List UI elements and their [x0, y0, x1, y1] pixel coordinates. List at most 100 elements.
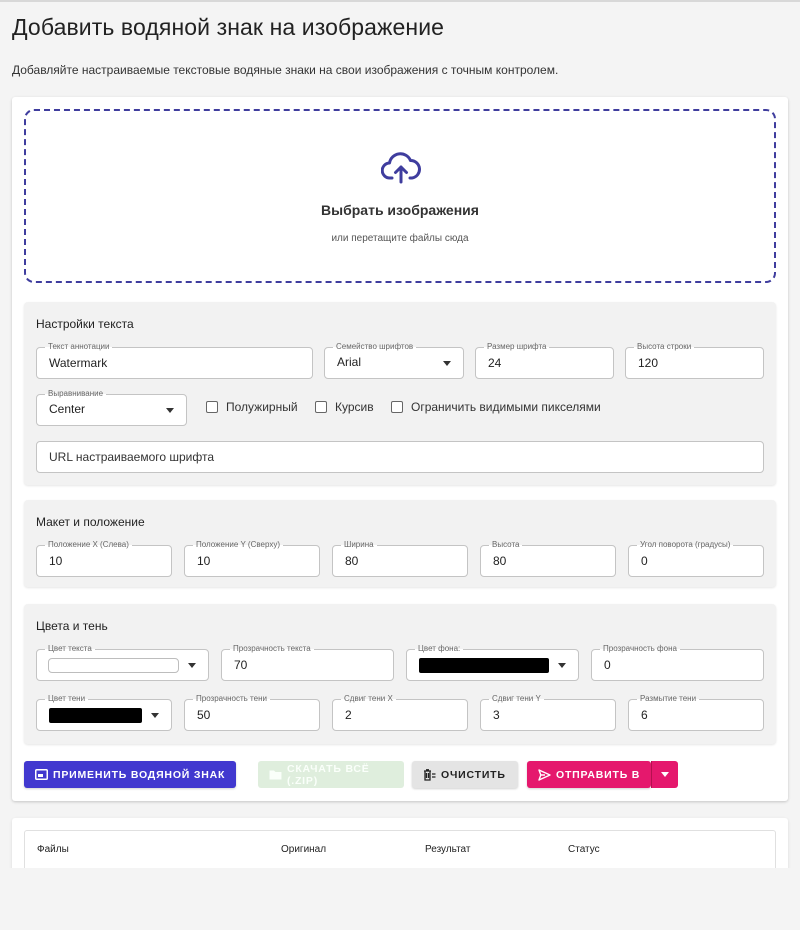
column-header-status: Статус: [568, 844, 600, 855]
bg-color-label: Цвет фона:: [415, 644, 464, 654]
text-settings-title: Настройки текста: [36, 317, 134, 331]
bg-color-swatch: [419, 658, 549, 673]
pos-y-input[interactable]: Положение Y (Сверху) 10: [184, 540, 320, 577]
custom-font-url-input[interactable]: URL настраиваемого шрифта: [36, 441, 764, 473]
annotation-text-value: Watermark: [49, 356, 108, 370]
shadow-blur-input[interactable]: Размытие тени 6: [628, 694, 764, 731]
layout-section: Макет и положение Положение X (Слева) 10…: [24, 500, 776, 587]
clear-list-icon: [424, 768, 436, 781]
italic-checkbox[interactable]: Курсив: [315, 399, 374, 415]
download-zip-button[interactable]: Скачать всё (.zip): [258, 761, 404, 788]
shadow-opacity-value: 50: [197, 708, 211, 722]
text-settings-section: Настройки текста Текст аннотации Waterma…: [24, 302, 776, 485]
font-size-label: Размер шрифта: [484, 342, 550, 352]
cloud-upload-icon: [381, 152, 421, 184]
layout-title: Макет и положение: [36, 515, 145, 529]
shadow-x-label: Сдвиг тени X: [341, 694, 396, 704]
apply-watermark-label: Применить водяной знак: [53, 768, 226, 781]
column-header-original: Оригинал: [281, 844, 327, 855]
font-family-label: Семейство шрифтов: [333, 342, 417, 352]
pos-x-value: 10: [49, 554, 63, 568]
files-table-header: Файлы Оригинал Результат Статус: [24, 830, 776, 868]
shadow-y-input[interactable]: Сдвиг тени Y 3: [480, 694, 616, 731]
checkbox-box: [315, 401, 327, 413]
alignment-label: Выравнивание: [45, 389, 107, 399]
dropzone-title: Выбрать изображения: [321, 202, 479, 218]
pos-x-input[interactable]: Положение X (Слева) 10: [36, 540, 172, 577]
width-label: Ширина: [341, 540, 377, 550]
page-title: Добавить водяной знак на изображение: [12, 14, 445, 40]
bold-checkbox[interactable]: Полужирный: [206, 399, 298, 415]
watermark-card: Выбрать изображения или перетащите файлы…: [12, 97, 788, 801]
shadow-x-value: 2: [345, 708, 352, 722]
height-value: 80: [493, 554, 507, 568]
font-family-value: Arial: [337, 355, 362, 369]
line-height-label: Высота строки: [634, 342, 695, 352]
rotation-label: Угол поворота (градусы): [637, 540, 734, 550]
column-header-files: Файлы: [37, 844, 69, 855]
checkbox-box: [206, 401, 218, 413]
shadow-y-label: Сдвиг тени Y: [489, 694, 544, 704]
colors-title: Цвета и тень: [36, 619, 108, 633]
clip-checkbox[interactable]: Ограничить видимыми пикселями: [391, 399, 601, 415]
text-color-swatch: [48, 658, 179, 673]
image-icon: [35, 769, 48, 780]
column-header-result: Результат: [425, 844, 471, 855]
line-height-input[interactable]: Высота строки 120: [625, 342, 764, 379]
text-opacity-label: Прозрачность текста: [230, 644, 314, 654]
bg-opacity-input[interactable]: Прозрачность фона 0: [591, 644, 764, 681]
chevron-down-icon: [166, 408, 174, 413]
width-value: 80: [345, 554, 359, 568]
text-color-label: Цвет текста: [45, 644, 95, 654]
send-to-menu-button[interactable]: [651, 761, 678, 788]
line-height-value: 120: [638, 356, 659, 370]
checkbox-box: [391, 401, 403, 413]
width-input[interactable]: Ширина 80: [332, 540, 468, 577]
chevron-down-icon: [661, 772, 669, 777]
bold-label: Полужирный: [226, 400, 298, 414]
shadow-color-label: Цвет тени: [45, 694, 89, 704]
shadow-color-picker[interactable]: Цвет тени: [36, 694, 172, 731]
height-label: Высота: [489, 540, 523, 550]
shadow-x-input[interactable]: Сдвиг тени X 2: [332, 694, 468, 731]
clear-button[interactable]: Очистить: [412, 761, 518, 788]
clip-label: Ограничить видимыми пикселями: [411, 400, 601, 414]
rotation-input[interactable]: Угол поворота (градусы) 0: [628, 540, 764, 577]
pos-y-value: 10: [197, 554, 211, 568]
text-opacity-value: 70: [234, 658, 248, 672]
page-background: [0, 868, 800, 930]
shadow-opacity-input[interactable]: Прозрачность тени 50: [184, 694, 320, 731]
folder-icon: [269, 770, 282, 780]
text-opacity-input[interactable]: Прозрачность текста 70: [221, 644, 394, 681]
send-icon: [538, 768, 551, 781]
alignment-select[interactable]: Выравнивание Center: [36, 389, 187, 426]
pos-y-label: Положение Y (Сверху): [193, 540, 283, 550]
file-dropzone[interactable]: Выбрать изображения или перетащите файлы…: [24, 109, 776, 283]
annotation-text-input[interactable]: Текст аннотации Watermark: [36, 342, 313, 379]
shadow-y-value: 3: [493, 708, 500, 722]
rotation-value: 0: [641, 554, 648, 568]
bg-opacity-value: 0: [604, 658, 611, 672]
colors-section: Цвета и тень Цвет текста Прозрачность те…: [24, 604, 776, 744]
shadow-blur-label: Размытие тени: [637, 694, 700, 704]
font-size-value: 24: [488, 356, 502, 370]
bg-color-picker[interactable]: Цвет фона:: [406, 644, 579, 681]
chevron-down-icon: [558, 663, 566, 668]
shadow-opacity-label: Прозрачность тени: [193, 694, 270, 704]
italic-label: Курсив: [335, 400, 374, 414]
height-input[interactable]: Высота 80: [480, 540, 616, 577]
shadow-color-swatch: [49, 708, 142, 723]
top-divider: [0, 0, 800, 2]
font-size-input[interactable]: Размер шрифта 24: [475, 342, 614, 379]
chevron-down-icon: [443, 361, 451, 366]
text-color-picker[interactable]: Цвет текста: [36, 644, 209, 681]
font-family-select[interactable]: Семейство шрифтов Arial: [324, 342, 464, 379]
send-to-button[interactable]: Отправить в: [527, 761, 651, 788]
chevron-down-icon: [151, 713, 159, 718]
page-description: Добавляйте настраиваемые текстовые водян…: [12, 63, 559, 77]
annotation-text-label: Текст аннотации: [45, 342, 113, 352]
clear-label: Очистить: [441, 768, 506, 781]
apply-watermark-button[interactable]: Применить водяной знак: [24, 761, 236, 788]
chevron-down-icon: [188, 663, 196, 668]
alignment-value: Center: [49, 402, 86, 416]
